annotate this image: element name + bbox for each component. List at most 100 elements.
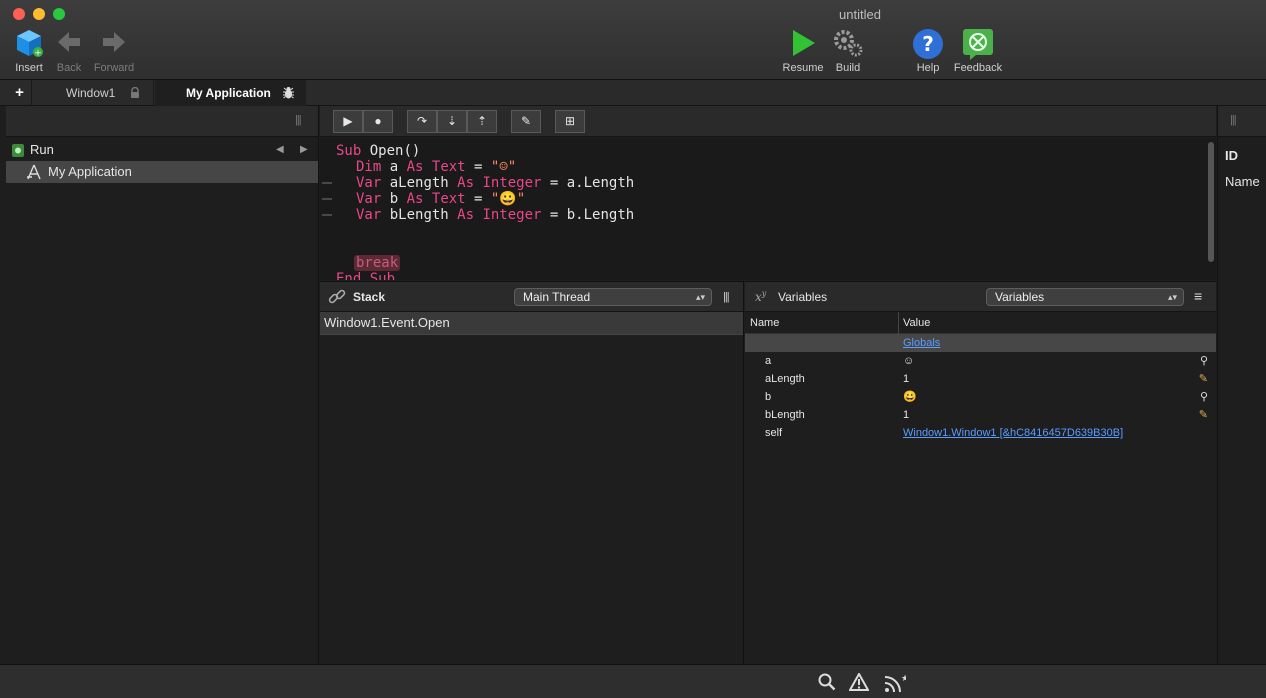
debugger-toolbar: ▶ ● ↷ ⇣ ⇡ ✎ ⊞ — [320, 106, 1216, 137]
variable-value-link[interactable]: Window1.Window1 [&hC8416457D639B30B] — [903, 424, 1123, 442]
nav-run-row[interactable]: Run ◀ ▶ — [6, 139, 318, 161]
gears-icon — [834, 30, 863, 57]
variable-row[interactable]: self Window1.Window1 [&hC8416457D639B30B… — [745, 424, 1216, 442]
code-line: break — [354, 255, 401, 271]
variable-value: 1 — [903, 373, 910, 385]
lock-icon — [131, 87, 139, 98]
help-button[interactable]: ? Help — [910, 26, 946, 78]
variable-name: b — [765, 391, 772, 403]
close-window-button[interactable] — [13, 8, 25, 20]
svg-text:+: + — [34, 49, 42, 59]
variables-scope-value: Variables — [995, 290, 1045, 304]
app-icon — [27, 164, 41, 180]
variable-value: 😀 — [903, 391, 917, 403]
variable-name: self — [765, 427, 783, 439]
variables-title: Variables — [778, 290, 828, 304]
inspector-header: ||| — [1218, 106, 1266, 137]
arrow-right-icon — [103, 32, 125, 52]
pause-button[interactable]: ⊞ — [555, 110, 585, 133]
back-button[interactable]: Back — [52, 26, 86, 78]
build-button[interactable]: Build — [830, 26, 866, 78]
continue-run-icon[interactable]: ▶ — [300, 139, 308, 161]
chevron-updown-icon: ▴▾ — [1167, 292, 1177, 302]
resize-grip-icon[interactable]: ||| — [295, 114, 302, 126]
magnifier-icon[interactable]: ⚲ — [1200, 388, 1208, 406]
pencil-icon[interactable]: ✎ — [1199, 370, 1208, 388]
variable-row[interactable]: b 😀 ⚲ — [745, 388, 1216, 406]
tab-label: My Application — [186, 86, 271, 100]
forward-button[interactable]: Forward — [90, 26, 138, 78]
inspector-panel: ||| ID Name — [1217, 106, 1266, 664]
svg-text:★: ★ — [901, 674, 906, 684]
resize-grip-icon[interactable]: ||| — [1230, 114, 1237, 126]
variable-row[interactable]: aLength 1 ✎ — [745, 370, 1216, 388]
variable-value: ☺ — [903, 355, 915, 367]
run-button[interactable]: ▶ — [333, 110, 363, 133]
code-line: End Sub — [336, 271, 396, 280]
variable-name: a — [765, 355, 772, 367]
break-keyword: break — [354, 255, 401, 271]
warning-icon[interactable] — [849, 673, 869, 691]
edit-code-button[interactable]: ✎ — [511, 110, 541, 133]
svg-text:?: ? — [922, 32, 934, 56]
feed-icon[interactable]: ★ — [884, 673, 906, 693]
xy-icon: xy — [755, 289, 767, 304]
code-line: Var b As Text = "😀" — [356, 191, 526, 207]
vertical-scrollbar[interactable] — [1208, 142, 1214, 262]
variables-scope-select[interactable]: Variables ▴▾ — [986, 288, 1184, 306]
nav-item-my-application[interactable]: My Application — [6, 161, 318, 183]
menu-icon[interactable]: ≡ — [1194, 288, 1202, 304]
inspector-name-label: Name — [1225, 174, 1260, 189]
column-header-value[interactable]: Value — [903, 312, 930, 334]
tab-my-application[interactable]: My Application — [155, 80, 306, 106]
step-out-button[interactable]: ⇡ — [467, 110, 497, 133]
stack-frame[interactable]: Window1.Event.Open — [320, 312, 743, 334]
minimize-window-button[interactable] — [33, 8, 45, 20]
thread-select-value: Main Thread — [523, 290, 591, 304]
resume-button[interactable]: Resume — [780, 26, 826, 78]
tab-label: Window1 — [66, 86, 116, 100]
feedback-button[interactable]: Feedback — [950, 26, 1006, 78]
add-tab-button[interactable]: + — [8, 80, 32, 106]
help-label: Help — [916, 62, 940, 74]
chain-link-icon — [328, 289, 346, 304]
insert-button[interactable]: + Insert — [10, 26, 48, 78]
globals-row[interactable]: Globals — [745, 334, 1216, 352]
stop-button[interactable]: ● — [363, 110, 393, 133]
breakpoint-gutter[interactable] — [320, 138, 332, 280]
run-icon — [12, 144, 24, 157]
step-in-button[interactable]: ⇣ — [437, 110, 467, 133]
variable-name: bLength — [765, 409, 805, 421]
thread-select[interactable]: Main Thread ▴▾ — [514, 288, 712, 306]
columns-icon[interactable]: ||| — [723, 291, 730, 303]
column-divider — [898, 312, 899, 334]
pencil-icon[interactable]: ✎ — [1199, 406, 1208, 424]
globals-link[interactable]: Globals — [903, 334, 940, 352]
variable-row[interactable]: a ☺ ⚲ — [745, 352, 1216, 370]
code-editor[interactable]: Sub Open() Dim a As Text = "☺" Var aLeng… — [320, 138, 1216, 280]
question-icon: ? — [913, 29, 943, 59]
resume-label: Resume — [782, 62, 824, 74]
play-icon — [793, 30, 815, 56]
stop-run-icon[interactable]: ◀ — [276, 139, 284, 161]
feedback-label: Feedback — [953, 62, 1003, 74]
variables-panel: xy Variables Variables ▴▾ ≡ Name Value G… — [745, 281, 1216, 664]
stack-header: Stack Main Thread ▴▾ ||| — [320, 282, 743, 312]
search-icon[interactable] — [818, 673, 836, 691]
tab-bar: + Window1 My Application — [0, 80, 1266, 106]
zoom-window-button[interactable] — [53, 8, 65, 20]
inspector-id-label: ID — [1225, 148, 1238, 163]
bug-icon — [283, 87, 294, 99]
variables-header: xy Variables Variables ▴▾ ≡ — [745, 282, 1216, 312]
column-header-name[interactable]: Name — [750, 312, 779, 334]
tab-window1[interactable]: Window1 — [34, 80, 154, 106]
variable-name: aLength — [765, 373, 805, 385]
insert-label: Insert — [15, 62, 43, 74]
variable-row[interactable]: bLength 1 ✎ — [745, 406, 1216, 424]
magnifier-icon[interactable]: ⚲ — [1200, 352, 1208, 370]
step-over-button[interactable]: ↷ — [407, 110, 437, 133]
code-line: Var bLength As Integer = b.Length — [356, 207, 635, 223]
nav-item-label: My Application — [48, 164, 132, 179]
cube-icon: + — [17, 30, 43, 59]
status-bar: ★ — [0, 664, 1266, 698]
